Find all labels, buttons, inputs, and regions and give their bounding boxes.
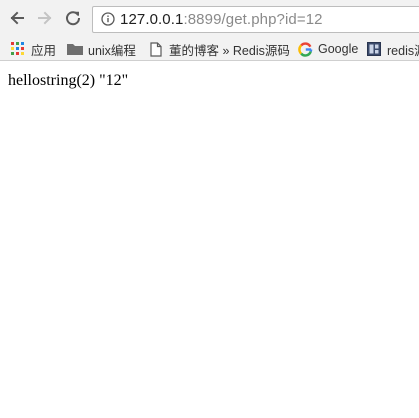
- folder-icon: [67, 41, 83, 57]
- url-path: :8899/get.php?id=12: [183, 11, 323, 28]
- bookmark-apps[interactable]: 应用: [10, 40, 56, 58]
- apps-grid-icon: [10, 41, 26, 57]
- forward-button[interactable]: [35, 8, 55, 28]
- bookmark-unix-folder[interactable]: unix编程: [67, 40, 136, 58]
- bookmark-label: 董的博客 » Redis源码: [169, 43, 290, 58]
- page-output-text: hellostring(2) "12": [8, 72, 129, 89]
- back-arrow-icon: [10, 11, 24, 25]
- page-icon: [148, 41, 164, 57]
- url-text[interactable]: 127.0.0.1:8899/get.php?id=12: [120, 11, 323, 28]
- forward-arrow-icon: [38, 11, 52, 25]
- bookmark-blog[interactable]: 董的博客 » Redis源码: [148, 40, 290, 58]
- bookmarks-bar: 应用 unix编程 董的博客 » Redis源码 Google redis: [0, 37, 419, 61]
- bookmark-label: 应用: [31, 43, 57, 58]
- address-bar[interactable]: 127.0.0.1:8899/get.php?id=12: [92, 6, 419, 33]
- browser-toolbar: 127.0.0.1:8899/get.php?id=12: [0, 0, 419, 37]
- reload-icon: [66, 11, 81, 26]
- info-icon[interactable]: [101, 12, 115, 26]
- google-g-icon: [297, 41, 313, 57]
- bookmark-label: unix编程: [88, 43, 136, 58]
- back-button[interactable]: [7, 8, 27, 28]
- url-host: 127.0.0.1: [120, 11, 184, 28]
- bookmark-redis[interactable]: redis源: [366, 40, 419, 58]
- bookmark-google[interactable]: Google: [297, 40, 358, 58]
- bookmark-label: Google: [318, 42, 359, 56]
- bookmark-site-icon: [366, 41, 382, 57]
- bookmark-label: redis源: [387, 43, 419, 58]
- reload-button[interactable]: [63, 8, 83, 28]
